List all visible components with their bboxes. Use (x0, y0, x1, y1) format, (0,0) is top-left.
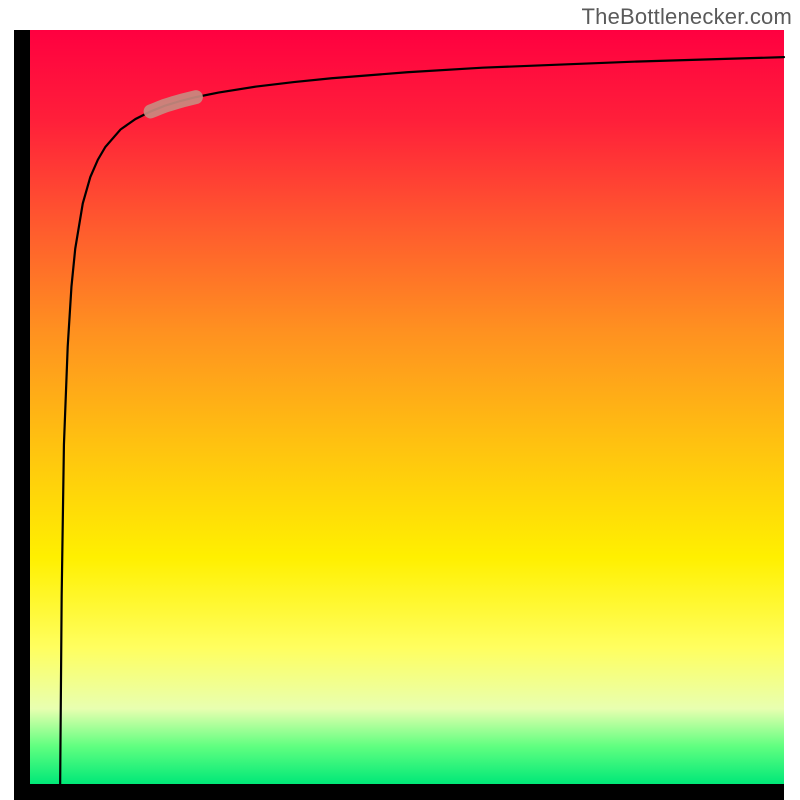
x-axis-bar (14, 784, 784, 800)
watermark-text: TheBottlenecker.com (582, 4, 792, 30)
curve-layer (30, 30, 784, 784)
y-axis-bar (14, 30, 30, 784)
bottleneck-curve (60, 57, 784, 784)
chart-stage: TheBottlenecker.com (0, 0, 800, 800)
highlight-segment (151, 97, 196, 111)
